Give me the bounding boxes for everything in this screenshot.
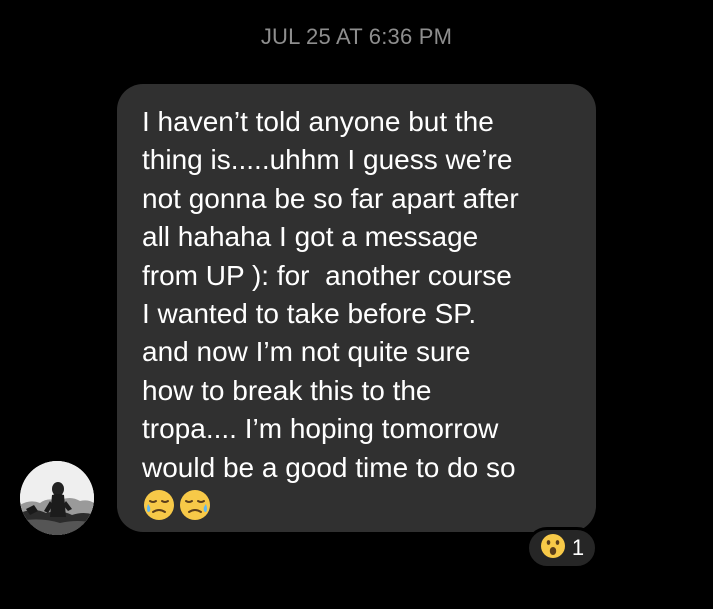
astonished-face-icon [540, 533, 566, 564]
chat-screen: JUL 25 AT 6:36 PM I haven’t told anyone … [0, 0, 713, 609]
avatar[interactable] [20, 461, 94, 535]
message-timestamp: JUL 25 AT 6:36 PM [260, 24, 453, 49]
sad-relieved-face-icon [178, 488, 212, 522]
sad-relieved-face-icon [142, 488, 176, 522]
avatar-photo [20, 461, 94, 535]
reaction-badge[interactable]: 1 [526, 527, 598, 569]
message-text: I haven’t told anyone but the thing is..… [142, 106, 519, 483]
reaction-count: 1 [571, 535, 585, 560]
message-bubble[interactable]: I haven’t told anyone but the thing is..… [117, 84, 596, 532]
message-emoji-row [142, 488, 580, 522]
